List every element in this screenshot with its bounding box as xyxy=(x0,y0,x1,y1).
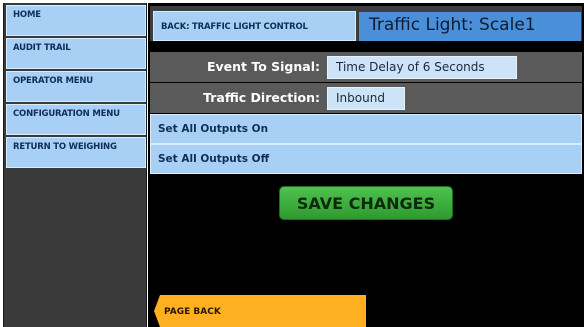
set-all-outputs-on-button[interactable]: Set All Outputs On xyxy=(150,114,582,144)
sidebar-item-home[interactable]: HOME xyxy=(6,5,146,36)
app-frame: HOME AUDIT TRAIL OPERATOR MENU CONFIGURA… xyxy=(0,0,584,327)
sidebar-item-audit-trail[interactable]: AUDIT TRAIL xyxy=(6,38,146,69)
sidebar-item-return-to-weighing[interactable]: RETURN TO WEIGHING xyxy=(6,137,146,168)
event-to-signal-value[interactable]: Time Delay of 6 Seconds xyxy=(327,56,517,79)
traffic-direction-label: Traffic Direction: xyxy=(203,90,320,105)
header-bar: BACK: TRAFFIC LIGHT CONTROL Traffic Ligh… xyxy=(150,6,582,41)
traffic-direction-row: Traffic Direction: Inbound xyxy=(150,83,582,113)
page-title: Traffic Light: Scale1 xyxy=(359,12,581,41)
save-changes-button[interactable]: SAVE CHANGES xyxy=(279,186,453,220)
sidebar-item-operator-menu[interactable]: OPERATOR MENU xyxy=(6,71,146,102)
event-to-signal-label: Event To Signal: xyxy=(206,59,320,74)
sidebar-item-configuration-menu[interactable]: CONFIGURATION MENU xyxy=(6,104,146,135)
event-to-signal-row: Event To Signal: Time Delay of 6 Seconds xyxy=(150,52,582,82)
traffic-direction-value[interactable]: Inbound xyxy=(327,87,405,110)
page-back-button[interactable]: PAGE BACK xyxy=(154,295,366,327)
main-panel: BACK: TRAFFIC LIGHT CONTROL Traffic Ligh… xyxy=(148,3,584,327)
back-button[interactable]: BACK: TRAFFIC LIGHT CONTROL xyxy=(153,11,356,41)
set-all-outputs-off-button[interactable]: Set All Outputs Off xyxy=(150,144,582,174)
sidebar: HOME AUDIT TRAIL OPERATOR MENU CONFIGURA… xyxy=(3,3,147,327)
